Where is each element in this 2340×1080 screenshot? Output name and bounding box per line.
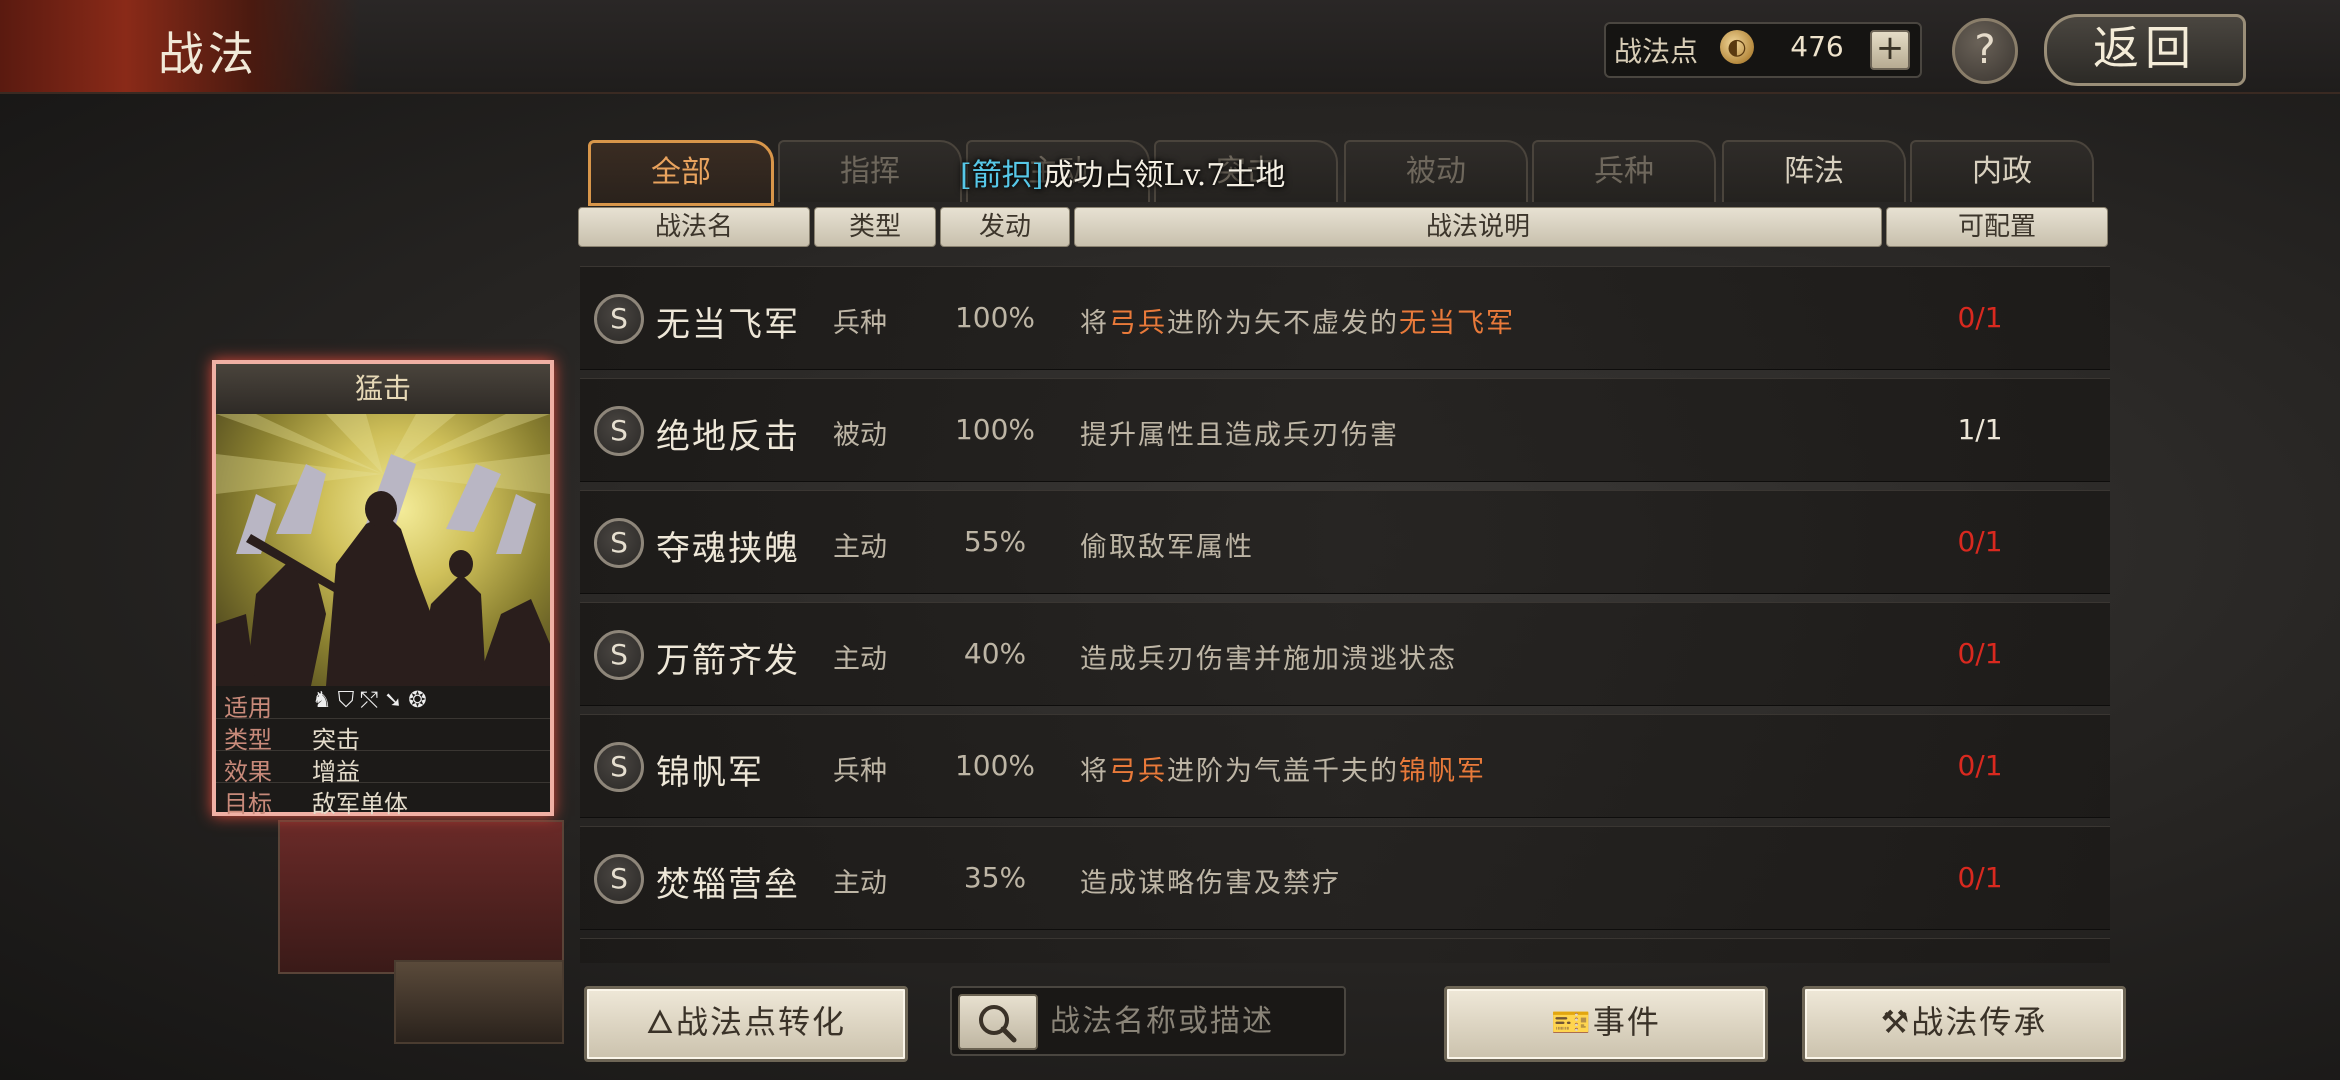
tab-all[interactable]: 全部 [588, 140, 774, 206]
card-effect-row: 效果 增益 [216, 750, 550, 786]
back-label: 返回 [2093, 21, 2197, 75]
skill-name: 夺魂挟魄 [656, 529, 800, 569]
skill-rate: 40% [963, 637, 1027, 670]
skill-config-count: 0/1 [1957, 861, 2003, 894]
card-artwork [216, 414, 550, 686]
skill-description: 造成兵刃伤害并施加溃逃状态 [1080, 644, 1457, 675]
col-header-config[interactable]: 可配置 [1886, 207, 2108, 247]
tactic-points-value: 476 [1790, 30, 1844, 63]
skill-name: 无当飞军 [656, 305, 800, 345]
search-button[interactable] [958, 994, 1038, 1050]
inherit-tactic-button[interactable]: ⚒战法传承 [1802, 986, 2126, 1062]
card-info-panel: 适用 ♞⛉⤲➘❂ 类型 突击 效果 增益 目标 敌军单体 [216, 686, 550, 818]
tactic-points-label: 战法点 [1614, 35, 1699, 68]
tab-internal[interactable]: 内政 [1910, 140, 2094, 202]
card-applicable-row: 适用 ♞⛉⤲➘❂ [216, 686, 550, 722]
skill-config-count: 1/1 [1957, 413, 2003, 446]
cavalry-icon: ♞ [312, 688, 338, 713]
col-header-name[interactable]: 战法名 [578, 207, 810, 247]
skill-row-partial[interactable] [580, 938, 2110, 963]
col-header-type[interactable]: 类型 [814, 207, 936, 247]
convert-points-label: 战法点转化 [675, 1003, 846, 1041]
skill-config-count: 0/1 [1957, 637, 2003, 670]
skill-name: 万箭齐发 [656, 641, 800, 681]
skill-row[interactable]: S 万箭齐发 主动 40% 造成兵刃伤害并施加溃逃状态 0/1 [580, 602, 2110, 706]
skill-row[interactable]: S 焚辎营垒 主动 35% 造成谋略伤害及禁疗 0/1 [580, 826, 2110, 930]
grade-s-badge: S [594, 294, 644, 344]
skill-config-count: 0/1 [1957, 525, 2003, 558]
shield-icon: ⛉ [337, 688, 361, 713]
skill-type: 主动 [833, 868, 887, 899]
stacked-card-back [394, 960, 564, 1044]
skill-description: 偷取敌军属性 [1080, 532, 1254, 563]
target-label: 目标 [224, 790, 272, 818]
skill-row[interactable]: S 无当飞军 兵种 100% 将弓兵进阶为矢不虚发的无当飞军 0/1 [580, 266, 2110, 370]
search-icon [979, 1005, 1017, 1043]
bow-icon: ⤲ [360, 688, 384, 713]
events-button[interactable]: 🎫事件 [1444, 986, 1768, 1062]
back-button[interactable]: 返回 [2044, 14, 2246, 86]
tab-command[interactable]: 指挥 [778, 140, 962, 202]
skill-type: 主动 [833, 532, 887, 563]
tactic-point-coin-icon: ◐ [1720, 30, 1754, 64]
notification-text: 成功占领Lv.7土地 [1043, 158, 1286, 193]
grade-s-badge: S [594, 406, 644, 456]
capture-notification: [箭抧]成功占领Lv.7土地 [960, 150, 1285, 194]
events-label: 事件 [1592, 1003, 1661, 1041]
skill-description: 提升属性且造成兵刃伤害 [1080, 420, 1399, 451]
inherit-label: 战法传承 [1911, 1003, 2048, 1041]
card-title: 猛击 [216, 364, 550, 414]
target-value: 敌军单体 [312, 790, 408, 818]
wheel-icon: ❂ [408, 688, 433, 713]
grade-s-badge: S [594, 518, 644, 568]
skill-description: 造成谋略伤害及禁疗 [1080, 868, 1341, 899]
grade-s-badge: S [594, 854, 644, 904]
skill-rate: 100% [954, 749, 1036, 782]
skill-row[interactable]: S 锦帆军 兵种 100% 将弓兵进阶为气盖千夫的锦帆军 0/1 [580, 714, 2110, 818]
spear-icon: ➘ [383, 688, 409, 713]
skill-config-count: 0/1 [1957, 749, 2003, 782]
stacked-card-back [278, 820, 564, 974]
skill-description: 将弓兵进阶为矢不虚发的无当飞军 [1080, 308, 1515, 339]
tab-troop[interactable]: 兵种 [1532, 140, 1716, 202]
skill-config-count: 0/1 [1957, 301, 2003, 334]
skill-description: 将弓兵进阶为气盖千夫的锦帆军 [1080, 756, 1486, 787]
skill-name: 锦帆军 [656, 753, 764, 793]
skill-type: 兵种 [833, 308, 887, 339]
convert-points-button[interactable]: 🜂战法点转化 [584, 986, 908, 1062]
search-input[interactable] [1048, 994, 1338, 1048]
skill-rate: 100% [954, 301, 1036, 334]
tab-formation[interactable]: 阵法 [1722, 140, 1906, 202]
selected-skill-card[interactable]: 猛击 适用 ♞⛉⤲➘❂ 类型 突击 效果 增益 目标 敌军单体 [212, 360, 554, 818]
skill-row[interactable]: S 夺魂挟魄 主动 55% 偷取敌军属性 0/1 [580, 490, 2110, 594]
skill-type: 被动 [833, 420, 887, 451]
skill-type: 主动 [833, 644, 887, 675]
skill-row[interactable]: S 绝地反击 被动 100% 提升属性且造成兵刃伤害 1/1 [580, 378, 2110, 482]
notification-player: [箭抧] [960, 158, 1044, 193]
troop-icons: ♞⛉⤲➘❂ [312, 688, 433, 713]
page-title: 战法 [158, 27, 258, 81]
cavalry-charge-illustration [216, 414, 550, 686]
card-type-row: 类型 突击 [216, 718, 550, 754]
skill-name: 绝地反击 [656, 417, 800, 457]
skill-rate: 100% [954, 413, 1036, 446]
col-header-desc: 战法说明 [1074, 207, 1882, 247]
hammer-icon: ⚒ [1880, 1003, 1912, 1041]
col-header-rate[interactable]: 发动 [940, 207, 1070, 247]
help-button[interactable]: ? [1952, 18, 2018, 84]
skill-type: 兵种 [833, 756, 887, 787]
grade-s-badge: S [594, 630, 644, 680]
event-ticket-icon: 🎫 [1551, 1003, 1593, 1041]
add-points-button[interactable]: + [1870, 30, 1910, 70]
skill-rate: 35% [963, 861, 1027, 894]
skill-list[interactable]: S 无当飞军 兵种 100% 将弓兵进阶为矢不虚发的无当飞军 0/1 S 绝地反… [580, 258, 2110, 963]
flame-icon: 🜂 [646, 1003, 676, 1041]
card-target-row: 目标 敌军单体 [216, 782, 550, 818]
tab-passive[interactable]: 被动 [1344, 140, 1528, 202]
skill-name: 焚辎营垒 [656, 865, 800, 905]
grade-s-badge: S [594, 742, 644, 792]
skill-rate: 55% [963, 525, 1027, 558]
